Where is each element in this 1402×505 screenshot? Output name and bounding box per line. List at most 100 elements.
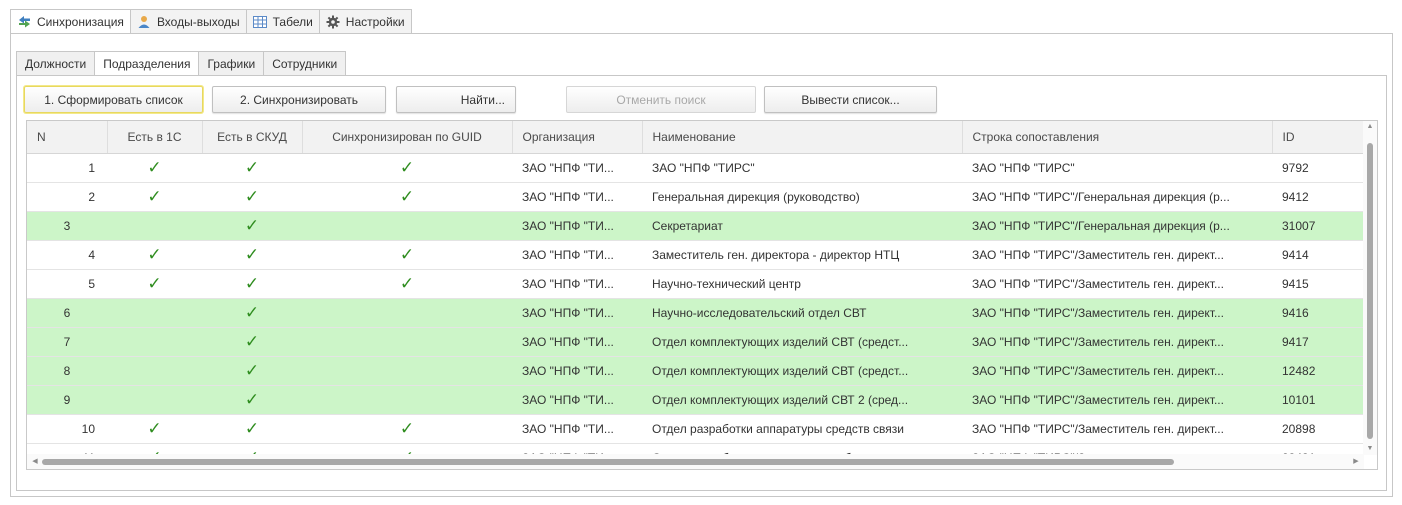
checkmark-icon: ✓	[147, 274, 162, 293]
cancel-search-button[interactable]: Отменить поиск	[566, 86, 756, 113]
find-button[interactable]: Найти...	[396, 86, 516, 113]
table-body: 1 ✓ ✓ ✓ ЗАО "НПФ "ТИ... ЗАО "НПФ "ТИРС" ЗАО "Н…	[27, 153, 1364, 469]
cell-match-string: ЗАО "НПФ "ТИРС"/Генеральная дирекция (р.…	[962, 211, 1272, 241]
checkmark-icon: ✓	[244, 274, 260, 293]
tab-schedules[interactable]: Графики	[198, 51, 264, 76]
table-row[interactable]: 8 ✓ ЗАО "НПФ "ТИ... Отдел комплектующих изд…	[27, 356, 1364, 386]
cell-guid: ✓	[302, 182, 512, 212]
tab-timesheets[interactable]: Табели	[245, 9, 319, 34]
cell-guid	[302, 327, 512, 357]
checkmark-icon: ✓	[244, 390, 260, 409]
cell-id: 12482	[1272, 356, 1364, 386]
form-list-button[interactable]: 1. Сформировать список	[24, 86, 203, 113]
vertical-scroll-thumb[interactable]	[1367, 143, 1373, 439]
horizontal-scrollbar[interactable]: ◀ ▶	[27, 454, 1364, 469]
sync-icon	[16, 14, 32, 30]
tab-label: Настройки	[345, 14, 405, 29]
tab-label: Входы-выходы	[156, 14, 240, 29]
cell-match-string: ЗАО "НПФ "ТИРС"/Заместитель ген. директ.…	[962, 356, 1272, 386]
cell-match-string: ЗАО "НПФ "ТИРС"/Заместитель ген. директ.…	[962, 414, 1272, 444]
cell-in-skud: ✓	[202, 414, 302, 444]
cell-n: 1	[27, 153, 107, 183]
cell-in-1c: ✓	[107, 182, 202, 212]
table-header: N Есть в 1С Есть в СКУД Синхронизирован …	[27, 121, 1365, 154]
checkmark-icon: ✓	[399, 158, 415, 177]
cell-in-skud: ✓	[202, 211, 302, 241]
cell-id: 9415	[1272, 269, 1364, 299]
table-row[interactable]: 3 ✓ ЗАО "НПФ "ТИ... Секретариат ЗАО "НПФ "ТИ…	[27, 211, 1364, 241]
tab-positions[interactable]: Должности	[16, 51, 95, 76]
scroll-right-icon[interactable]: ▶	[1350, 454, 1362, 469]
cell-name: Научно-технический центр	[642, 269, 962, 299]
table-row[interactable]: 9 ✓ ЗАО "НПФ "ТИ... Отдел комплектующих изд…	[27, 385, 1364, 415]
cell-in-1c: ✓	[107, 153, 202, 183]
tab-settings[interactable]: Настройки	[318, 9, 412, 34]
cell-in-skud: ✓	[202, 298, 302, 328]
cell-name: Отдел комплектующих изделий СВТ (средст.…	[642, 327, 962, 357]
checkmark-icon: ✓	[244, 361, 260, 380]
scroll-left-icon[interactable]: ◀	[29, 454, 41, 469]
vertical-scrollbar[interactable]: ▲ ▼	[1363, 121, 1377, 455]
cell-name: Отдел разработки аппаратуры средств связ…	[642, 414, 962, 444]
cell-id: 9416	[1272, 298, 1364, 328]
checkmark-icon: ✓	[147, 245, 162, 264]
cell-match-string: ЗАО "НПФ "ТИРС"/Генеральная дирекция (р.…	[962, 182, 1272, 212]
column-header-guid[interactable]: Синхронизирован по GUID	[302, 121, 513, 154]
cell-match-string: ЗАО "НПФ "ТИРС"/Заместитель ген. директ.…	[962, 327, 1272, 357]
cell-in-1c	[107, 211, 202, 241]
tab-employees[interactable]: Сотрудники	[263, 51, 347, 76]
table-icon	[252, 14, 268, 30]
cell-in-skud: ✓	[202, 327, 302, 357]
checkmark-icon: ✓	[244, 187, 260, 206]
cell-organization: ЗАО "НПФ "ТИ...	[512, 414, 642, 444]
table-row[interactable]: 1 ✓ ✓ ✓ ЗАО "НПФ "ТИ... ЗАО "НПФ "ТИРС" ЗАО "Н…	[27, 153, 1364, 183]
table-row[interactable]: 2 ✓ ✓ ✓ ЗАО "НПФ "ТИ... Генеральная дирекция …	[27, 182, 1364, 212]
table-row[interactable]: 7 ✓ ЗАО "НПФ "ТИ... Отдел комплектующих изд…	[27, 327, 1364, 357]
cell-guid	[302, 356, 512, 386]
table-row[interactable]: 6 ✓ ЗАО "НПФ "ТИ... Научно-исследовательски…	[27, 298, 1364, 328]
column-header-in-1c[interactable]: Есть в 1С	[107, 121, 203, 154]
checkmark-icon: ✓	[147, 419, 162, 438]
tab-sync[interactable]: Синхронизация	[10, 9, 130, 34]
cell-organization: ЗАО "НПФ "ТИ...	[512, 182, 642, 212]
table-row[interactable]: 10 ✓ ✓ ✓ ЗАО "НПФ "ТИ... Отдел разработки апп…	[27, 414, 1364, 444]
tab-label: Табели	[272, 14, 313, 29]
cell-guid	[302, 385, 512, 415]
tab-departments[interactable]: Подразделения	[94, 51, 199, 76]
departments-table[interactable]: N Есть в 1С Есть в СКУД Синхронизирован …	[26, 120, 1378, 470]
table-row[interactable]: 4 ✓ ✓ ✓ ЗАО "НПФ "ТИ... Заместитель ген. дире…	[27, 240, 1364, 270]
column-header-name[interactable]: Наименование	[642, 121, 963, 154]
cell-guid: ✓	[302, 269, 512, 299]
cell-id: 9417	[1272, 327, 1364, 357]
cell-in-skud: ✓	[202, 240, 302, 270]
table-row[interactable]: 5 ✓ ✓ ✓ ЗАО "НПФ "ТИ... Научно-технический це…	[27, 269, 1364, 299]
cell-id: 20898	[1272, 414, 1364, 444]
scroll-down-icon[interactable]: ▼	[1363, 443, 1377, 455]
column-header-n[interactable]: N	[27, 121, 108, 154]
column-header-organization[interactable]: Организация	[512, 121, 643, 154]
cell-in-1c	[107, 356, 202, 386]
checkmark-icon: ✓	[147, 187, 162, 206]
cell-organization: ЗАО "НПФ "ТИ...	[512, 356, 642, 386]
cell-match-string: ЗАО "НПФ "ТИРС"	[962, 153, 1272, 183]
tab-entries-exits[interactable]: Входы-выходы	[129, 9, 246, 34]
column-header-id[interactable]: ID	[1272, 121, 1365, 154]
cell-guid	[302, 211, 512, 241]
person-icon	[136, 14, 152, 30]
column-header-in-skud[interactable]: Есть в СКУД	[202, 121, 303, 154]
output-list-button[interactable]: Вывести список...	[764, 86, 937, 113]
cell-organization: ЗАО "НПФ "ТИ...	[512, 153, 642, 183]
scroll-up-icon[interactable]: ▲	[1363, 121, 1377, 133]
cell-match-string: ЗАО "НПФ "ТИРС"/Заместитель ген. директ.…	[962, 298, 1272, 328]
checkmark-icon: ✓	[147, 158, 162, 177]
column-header-match-string[interactable]: Строка сопоставления	[962, 121, 1273, 154]
checkmark-icon: ✓	[244, 216, 260, 235]
cell-name: Секретариат	[642, 211, 962, 241]
cell-organization: ЗАО "НПФ "ТИ...	[512, 298, 642, 328]
cell-name: Научно-исследовательский отдел СВТ	[642, 298, 962, 328]
horizontal-scroll-thumb[interactable]	[42, 459, 1174, 465]
cell-in-skud: ✓	[202, 269, 302, 299]
cell-in-1c: ✓	[107, 269, 202, 299]
cell-name: Заместитель ген. директора - директор НТ…	[642, 240, 962, 270]
synchronize-button[interactable]: 2. Синхронизировать	[212, 86, 386, 113]
